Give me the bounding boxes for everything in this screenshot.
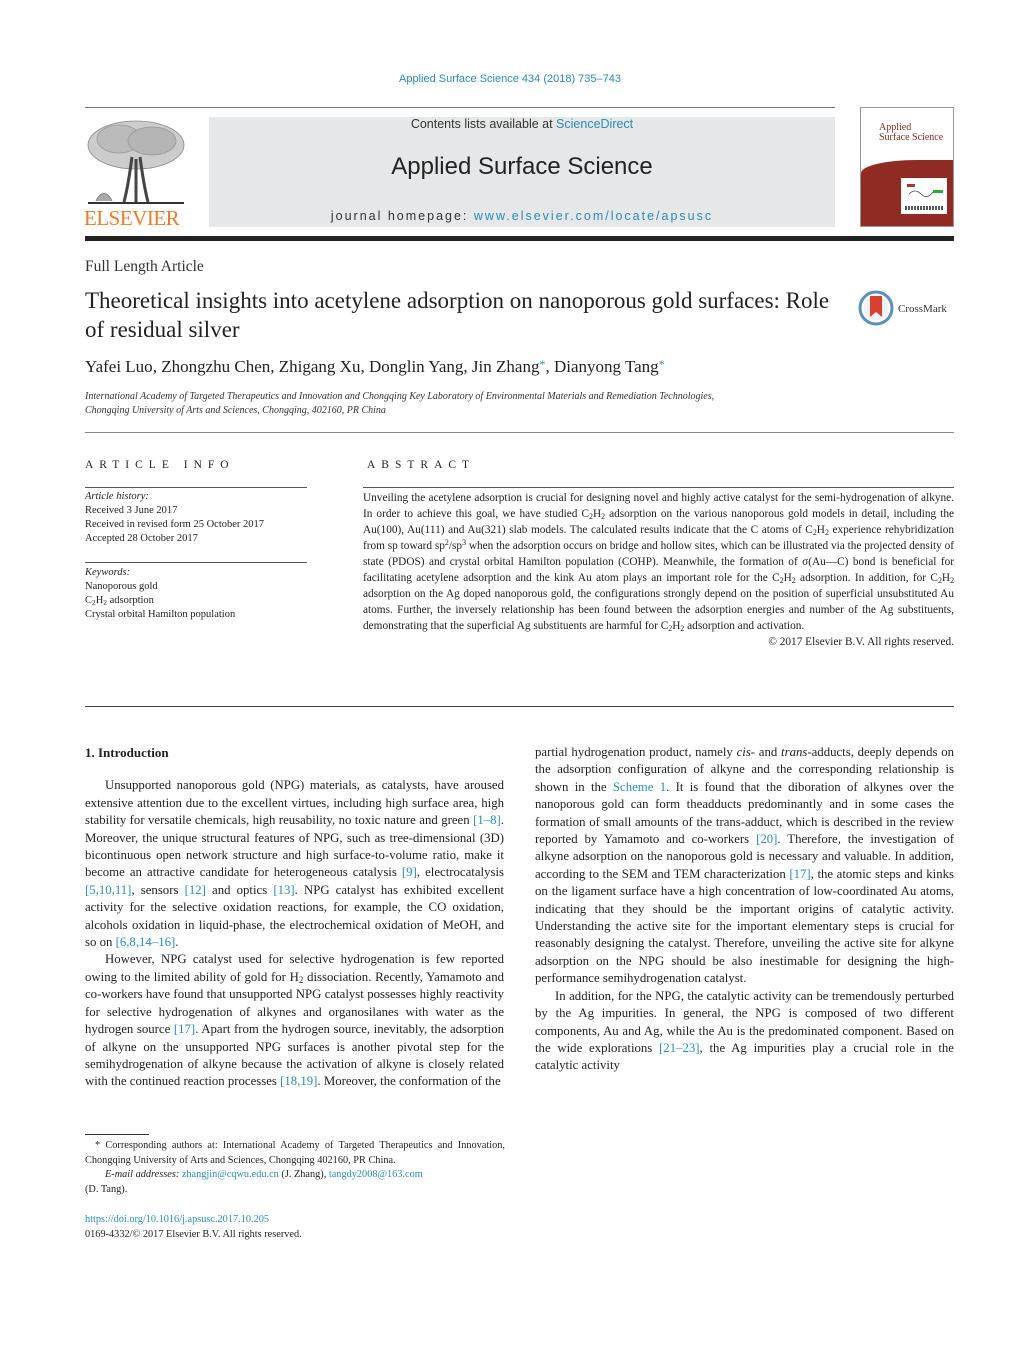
history-label: Article history:: [85, 491, 149, 502]
contents-prefix: Contents lists available at: [410, 117, 557, 131]
email-link-zhang[interactable]: zhangjin@cqwu.edu.cn: [182, 1169, 279, 1180]
email-line: E-mail addresses: zhangjin@cqwu.edu.cn (…: [85, 1168, 505, 1183]
author-name[interactable]: Jin Zhang: [472, 357, 540, 376]
italic-term: cis: [736, 745, 751, 759]
journal-masthead: Contents lists available at ScienceDirec…: [209, 117, 835, 227]
author-separator: ,: [545, 357, 554, 376]
author-name[interactable]: Zhigang Xu: [279, 357, 361, 376]
citation-link[interactable]: [13]: [273, 883, 294, 897]
citation-link[interactable]: [18,19]: [280, 1074, 317, 1088]
keywords-label: Keywords:: [85, 567, 131, 578]
author-separator: ,: [152, 357, 162, 376]
abstract-copyright: © 2017 Elsevier B.V. All rights reserved…: [768, 636, 954, 648]
article-history: Article history: Received 3 June 2017 Re…: [85, 490, 315, 546]
body-column-right: partial hydrogenation product, namely ci…: [535, 744, 954, 1075]
affiliation-divider: [85, 432, 954, 433]
author-separator: ,: [360, 357, 369, 376]
citation-link[interactable]: [6,8,14–16]: [116, 935, 176, 949]
body-divider: [85, 706, 954, 707]
body-paragraph: In addition, for the NPG, the catalytic …: [535, 988, 954, 1073]
footnote-divider: [85, 1134, 149, 1135]
keywords: Keywords: Nanoporous gold C2H2 adsorption…: [85, 566, 315, 622]
citation-link[interactable]: [20]: [756, 832, 777, 846]
sciencedirect-link[interactable]: ScienceDirect: [556, 117, 633, 131]
citation-link[interactable]: Scheme 1: [613, 780, 666, 794]
author-separator: ,: [270, 357, 279, 376]
italic-term: trans: [781, 745, 808, 759]
header-divider: [85, 107, 835, 108]
citation-link[interactable]: [1–8]: [473, 813, 501, 827]
journal-name: Applied Surface Science: [391, 153, 653, 180]
article-info-heading: ARTICLE INFO: [85, 459, 235, 471]
citation-link[interactable]: [5,10,11]: [85, 883, 131, 897]
abstract: Unveiling the acetylene adsorption is cr…: [363, 490, 954, 650]
author-name[interactable]: Zhongzhu Chen: [161, 357, 270, 376]
abstract-heading: ABSTRACT: [367, 459, 476, 471]
author-name[interactable]: Dianyong Tang: [554, 357, 659, 376]
article-info-divider: [85, 487, 307, 488]
journal-homepage-line: journal homepage: www.elsevier.com/locat…: [209, 209, 835, 223]
citation-link[interactable]: [17]: [174, 1022, 195, 1036]
doi-link[interactable]: https://doi.org/10.1016/j.apsusc.2017.10…: [85, 1213, 302, 1228]
affiliation: International Academy of Targeted Therap…: [85, 390, 945, 418]
keyword: Nanoporous gold: [85, 581, 158, 592]
contents-line: Contents lists available at ScienceDirec…: [209, 117, 835, 131]
corresponding-author-link[interactable]: *: [659, 357, 665, 371]
email-owner-zhang: (J. Zhang),: [278, 1169, 329, 1180]
keyword-list: Nanoporous gold C2H2 adsorption Crystal or…: [85, 580, 315, 622]
body-paragraph-continued: partial hydrogenation product, namely ci…: [535, 745, 955, 986]
homepage-prefix: journal homepage:: [330, 209, 474, 223]
journal-cover-thumbnail[interactable]: Applied Surface Science: [860, 107, 954, 227]
history-accepted: Accepted 28 October 2017: [85, 533, 198, 544]
author-separator: ,: [463, 357, 472, 376]
citation-link[interactable]: [9]: [402, 865, 417, 879]
body-paragraph: Unsupported nanoporous gold (NPG) materi…: [85, 778, 504, 950]
article-title: Theoretical insights into acetylene adso…: [85, 288, 830, 342]
crossmark-icon: [858, 290, 894, 326]
body-column-left: 1. Introduction Unsupported nanoporous go…: [85, 744, 504, 1091]
citation-link[interactable]: [12]: [185, 883, 206, 897]
affiliation-line2: Chongqing University of Arts and Science…: [85, 405, 386, 416]
corresponding-note: * Corresponding authors at: Internationa…: [85, 1140, 505, 1166]
crossmark-button[interactable]: CrossMark: [858, 290, 958, 330]
masthead-thick-divider: [85, 236, 954, 241]
corresponding-author-footnote: * Corresponding authors at: Internationa…: [85, 1139, 505, 1197]
journal-homepage-link[interactable]: www.elsevier.com/locate/apsusc: [474, 209, 713, 223]
email-label: E-mail addresses:: [105, 1169, 180, 1180]
author-name[interactable]: Yafei Luo: [85, 357, 153, 376]
keywords-divider: [85, 562, 307, 563]
crossmark-label: CrossMark: [898, 303, 947, 315]
history-revised: Received in revised form 25 October 2017: [85, 519, 265, 530]
journal-reference-link[interactable]: Applied Surface Science 434 (2018) 735–7…: [0, 73, 1020, 85]
email-link-tang[interactable]: tangdy2008@163.com: [329, 1169, 423, 1180]
author-list: Yafei Luo, Zhongzhu Chen, Zhigang Xu, Do…: [85, 357, 665, 377]
email-owner-tang: (D. Tang).: [85, 1183, 128, 1195]
body-paragraph: However, NPG catalyst used for selective…: [85, 952, 504, 1089]
author-name[interactable]: Donglin Yang: [369, 357, 463, 376]
section-heading-introduction: 1. Introduction: [85, 745, 169, 760]
citation-link[interactable]: [21–23]: [659, 1041, 700, 1055]
issn-copyright: 0169-4332/© 2017 Elsevier B.V. All right…: [85, 1228, 302, 1240]
doi-block: https://doi.org/10.1016/j.apsusc.2017.10…: [85, 1213, 302, 1242]
history-received: Received 3 June 2017: [85, 505, 178, 516]
elsevier-wordmark: ELSEVIER: [84, 206, 180, 230]
abstract-divider: [363, 487, 954, 488]
affiliation-line1: International Academy of Targeted Therap…: [85, 391, 715, 402]
cover-title: Applied Surface Science: [879, 123, 943, 143]
keyword: Crystal orbital Hamilton population: [85, 609, 236, 620]
cover-illustration: [901, 178, 947, 214]
keyword: C2H2 adsorption: [85, 595, 154, 607]
cover-title-line2: Surface Science: [879, 132, 944, 143]
abstract-text: Unveiling the acetylene adsorption is cr…: [363, 492, 955, 633]
article-type: Full Length Article: [85, 258, 204, 275]
citation-link[interactable]: [17]: [789, 867, 810, 881]
